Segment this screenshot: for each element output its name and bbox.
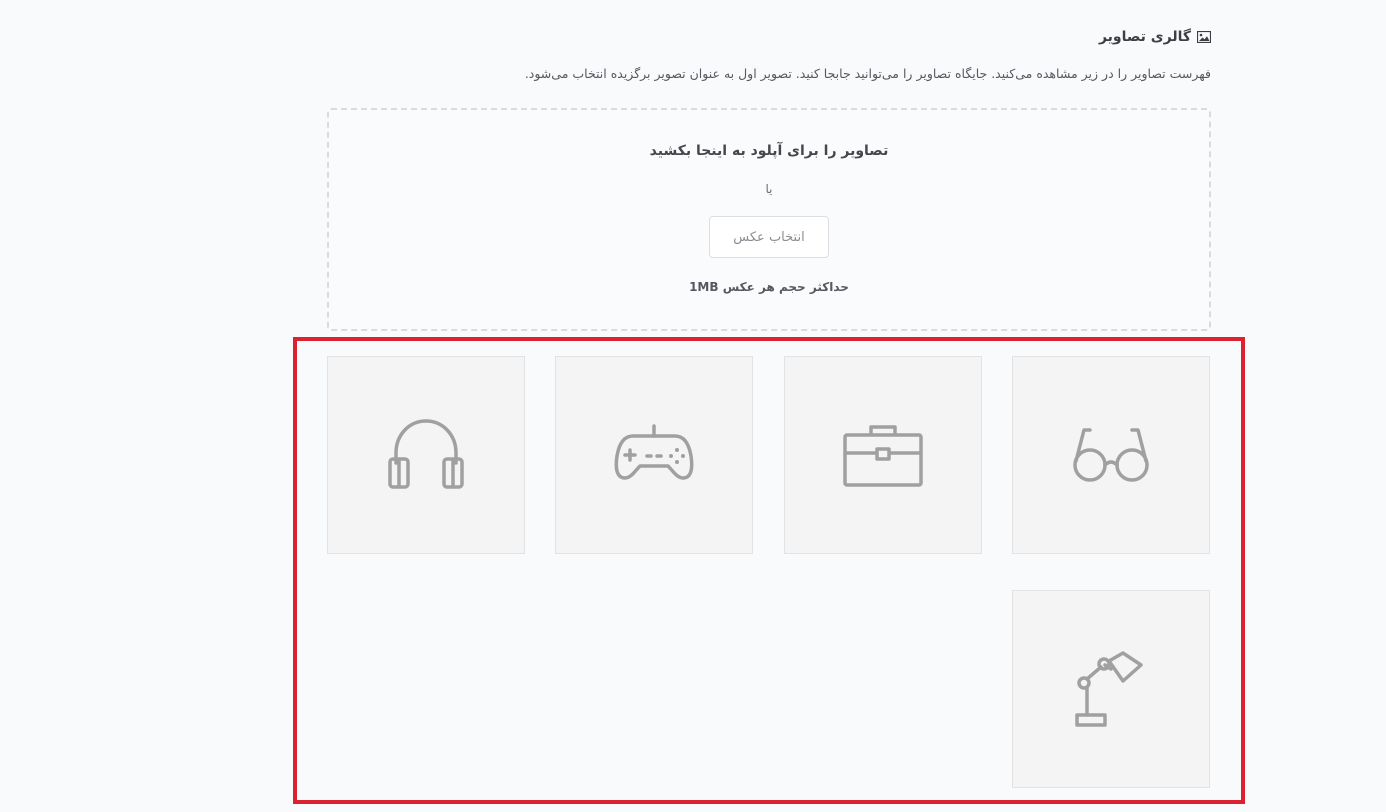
image-icon — [1197, 31, 1211, 43]
gamepad-icon — [614, 424, 694, 480]
briefcase-icon — [843, 425, 923, 487]
gallery-title: گالری تصاویر — [1099, 29, 1211, 45]
gallery-image-tile[interactable] — [1012, 356, 1210, 554]
dropzone-or-text: یا — [765, 182, 773, 196]
gallery-description: فهرست تصاویر را در زیر مشاهده می‌کنید. ج… — [524, 66, 1211, 81]
gallery-image-tile[interactable] — [1012, 590, 1210, 788]
upload-dropzone[interactable]: تصاویر را برای آپلود به اینجا بکشید یا ا… — [327, 108, 1211, 331]
gallery-image-tile[interactable] — [555, 356, 753, 554]
headphones-icon — [388, 419, 464, 489]
dropzone-size-limit: حداکثر حجم هر عکس 1MB — [689, 280, 849, 294]
desk-lamp-icon — [1075, 651, 1143, 727]
gallery-image-tile[interactable] — [327, 356, 525, 554]
gallery-title-text: گالری تصاویر — [1098, 29, 1191, 45]
select-photo-button[interactable]: انتخاب عکس — [709, 216, 829, 258]
glasses-icon — [1073, 428, 1149, 482]
dropzone-title: تصاویر را برای آپلود به اینجا بکشید — [649, 143, 889, 159]
gallery-image-tile[interactable] — [784, 356, 982, 554]
